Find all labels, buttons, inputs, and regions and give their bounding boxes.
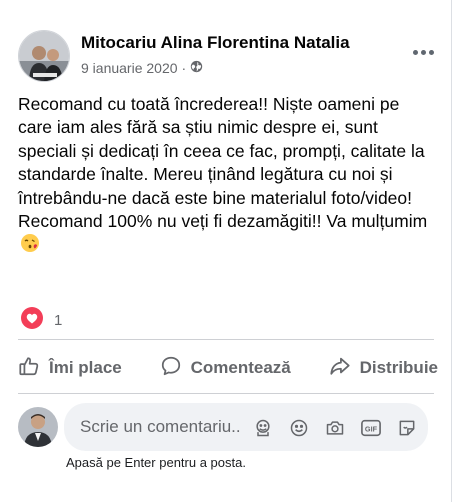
divider [18, 393, 434, 394]
comment-hint: Apasă pe Enter pentru a posta. [66, 455, 246, 470]
comment-tools: GIF [252, 417, 418, 439]
gif-icon[interactable]: GIF [360, 417, 382, 439]
face-blowing-kiss-icon [20, 233, 40, 259]
more-options-icon[interactable] [408, 42, 438, 62]
camera-icon[interactable] [324, 417, 346, 439]
like-label: Îmi place [49, 358, 122, 377]
reactions-summary[interactable]: 1 [20, 306, 62, 335]
post-header: Mitocariu Alina Florentina Natalia 9 ian… [18, 30, 438, 86]
comment-composer: GIF [18, 403, 438, 451]
share-button[interactable]: Distribuie [329, 355, 438, 382]
svg-text:GIF: GIF [365, 425, 378, 434]
emoji-icon[interactable] [288, 417, 310, 439]
thumbs-up-icon [18, 355, 40, 382]
share-arrow-icon [329, 355, 351, 382]
globe-icon[interactable] [190, 60, 203, 76]
current-user-avatar[interactable] [18, 407, 58, 447]
share-label: Distribuie [359, 358, 438, 377]
author-avatar[interactable] [18, 30, 70, 82]
author-name[interactable]: Mitocariu Alina Florentina Natalia [81, 33, 350, 53]
post-card: Mitocariu Alina Florentina Natalia 9 ian… [0, 0, 452, 502]
comment-button[interactable]: Comentează [160, 355, 291, 382]
post-actions: Îmi place Comentează Distribuie [18, 350, 438, 386]
sticker-icon[interactable] [396, 417, 418, 439]
reaction-count[interactable]: 1 [54, 312, 62, 329]
meta-separator: · [181, 60, 187, 76]
avatar-sticker-icon[interactable] [252, 417, 274, 439]
post-body: Recomand cu toată încrederea!! Niște oam… [18, 93, 436, 260]
post-text: Recomand cu toată încrederea!! Niște oam… [18, 94, 428, 232]
comment-label: Comentează [190, 358, 291, 377]
comment-input-box[interactable]: GIF [64, 403, 428, 451]
like-button[interactable]: Îmi place [18, 355, 122, 382]
love-reaction-icon [20, 306, 44, 335]
divider [18, 339, 434, 340]
post-date[interactable]: 9 ianuarie 2020 [81, 60, 178, 76]
comment-bubble-icon [160, 355, 182, 382]
comment-input[interactable] [80, 417, 240, 437]
post-meta: 9 ianuarie 2020 · [81, 60, 203, 76]
